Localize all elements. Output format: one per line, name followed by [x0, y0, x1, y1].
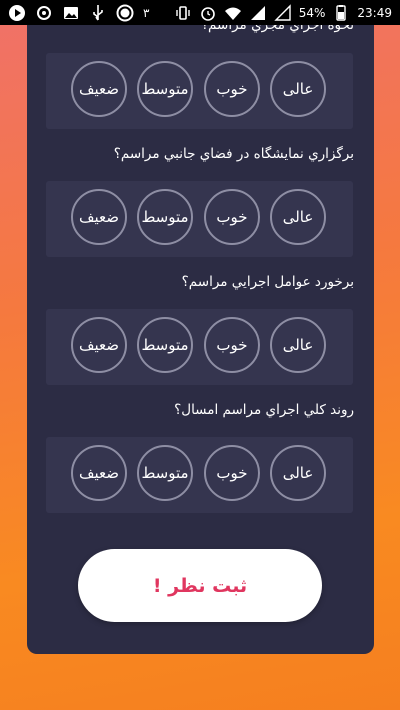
status-bar-right: 54% 23:49 [174, 3, 400, 22]
rating-option-average[interactable]: متوسط [137, 189, 193, 245]
rating-option-excellent[interactable]: عالی [270, 61, 326, 117]
question-1: نحوه اجراي مجري مراسم؟ [200, 25, 354, 33]
battery-percent: 54% [298, 5, 326, 20]
rating-option-excellent[interactable]: عالی [270, 445, 326, 501]
alarm-icon [199, 4, 217, 22]
notification-count: ۳ [143, 5, 150, 20]
image-icon [62, 4, 80, 22]
play-icon [8, 4, 26, 22]
usb-icon [89, 4, 107, 22]
rating-option-average[interactable]: متوسط [137, 445, 193, 501]
question-2: برگزاري نمايشگاه در فضاي جانبي مراسم؟ [113, 146, 354, 162]
signal-2-icon [274, 3, 292, 22]
status-bar-left: ۳ [0, 4, 149, 22]
vibrate-icon [174, 4, 192, 22]
rating-option-good[interactable]: خوب [204, 61, 260, 117]
question-3: برخورد عوامل اجرايي مراسم؟ [181, 274, 354, 290]
rating-option-good[interactable]: خوب [204, 189, 260, 245]
signal-icon [249, 4, 267, 22]
rating-row-4: عالی خوب متوسط ضعیف [46, 437, 353, 513]
rating-row-1: عالی خوب متوسط ضعیف [46, 53, 353, 129]
rating-row-3: عالی خوب متوسط ضعیف [46, 309, 353, 385]
rating-option-weak[interactable]: ضعیف [71, 317, 127, 373]
settings-badge-icon [35, 4, 53, 22]
rating-option-excellent[interactable]: عالی [270, 189, 326, 245]
rating-option-good[interactable]: خوب [204, 317, 260, 373]
submit-feedback-button[interactable]: ثبت نظر ! [78, 549, 322, 622]
question-4: روند كلي اجراي مراسم امسال؟ [174, 402, 354, 418]
rating-option-weak[interactable]: ضعیف [71, 445, 127, 501]
circle-notification-icon [116, 4, 134, 22]
rating-option-average[interactable]: متوسط [137, 317, 193, 373]
rating-option-excellent[interactable]: عالی [270, 317, 326, 373]
status-bar: ۳ 54% 23:49 [0, 0, 400, 25]
rating-option-average[interactable]: متوسط [137, 61, 193, 117]
clock: 23:49 [357, 5, 392, 20]
rating-option-weak[interactable]: ضعیف [71, 189, 127, 245]
battery-icon [332, 4, 350, 22]
rating-row-2: عالی خوب متوسط ضعیف [46, 181, 353, 257]
wifi-icon [224, 4, 242, 22]
rating-option-good[interactable]: خوب [204, 445, 260, 501]
survey-card: نحوه اجراي مجري مراسم؟ عالی خوب متوسط ضع… [27, 25, 374, 654]
rating-option-weak[interactable]: ضعیف [71, 61, 127, 117]
